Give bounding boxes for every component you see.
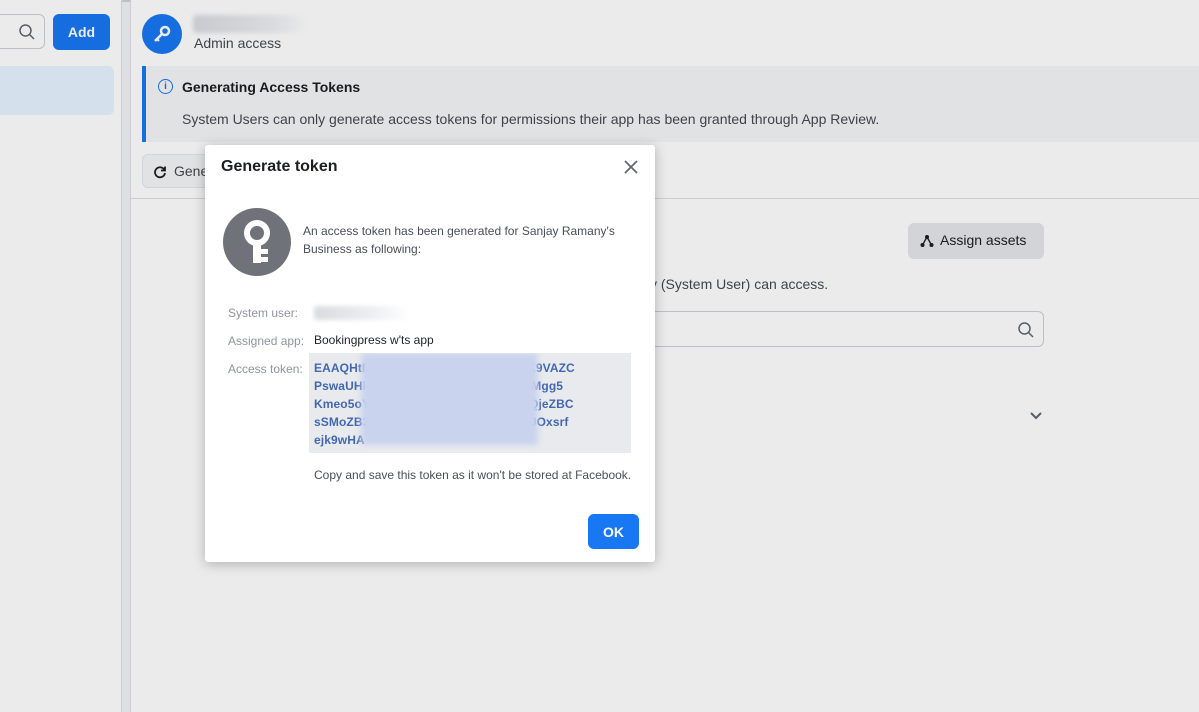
key-icon <box>223 208 291 276</box>
token-line: ejk9wHA <box>314 433 365 447</box>
dialog-intro-text: An access token has been generated for S… <box>303 224 615 256</box>
access-token-label: Access token: <box>228 362 303 376</box>
close-icon[interactable] <box>621 157 641 177</box>
assigned-app-label: Assigned app: <box>228 334 305 348</box>
generate-token-dialog: Generate token An access token has been … <box>205 145 655 562</box>
access-token-box[interactable]: EAAQHtM 3sB5bReK9VAZC PswaUHl FlJ0nmpzzM… <box>309 353 631 453</box>
system-user-label: System user: <box>228 306 299 320</box>
assigned-app-value: Bookingpress w'ts app <box>314 333 434 347</box>
dialog-title: Generate token <box>221 158 338 175</box>
system-user-value-redacted <box>314 306 409 320</box>
ok-button[interactable]: OK <box>588 514 639 549</box>
token-redaction <box>361 353 538 445</box>
token-warning: Copy and save this token as it won't be … <box>314 468 632 482</box>
